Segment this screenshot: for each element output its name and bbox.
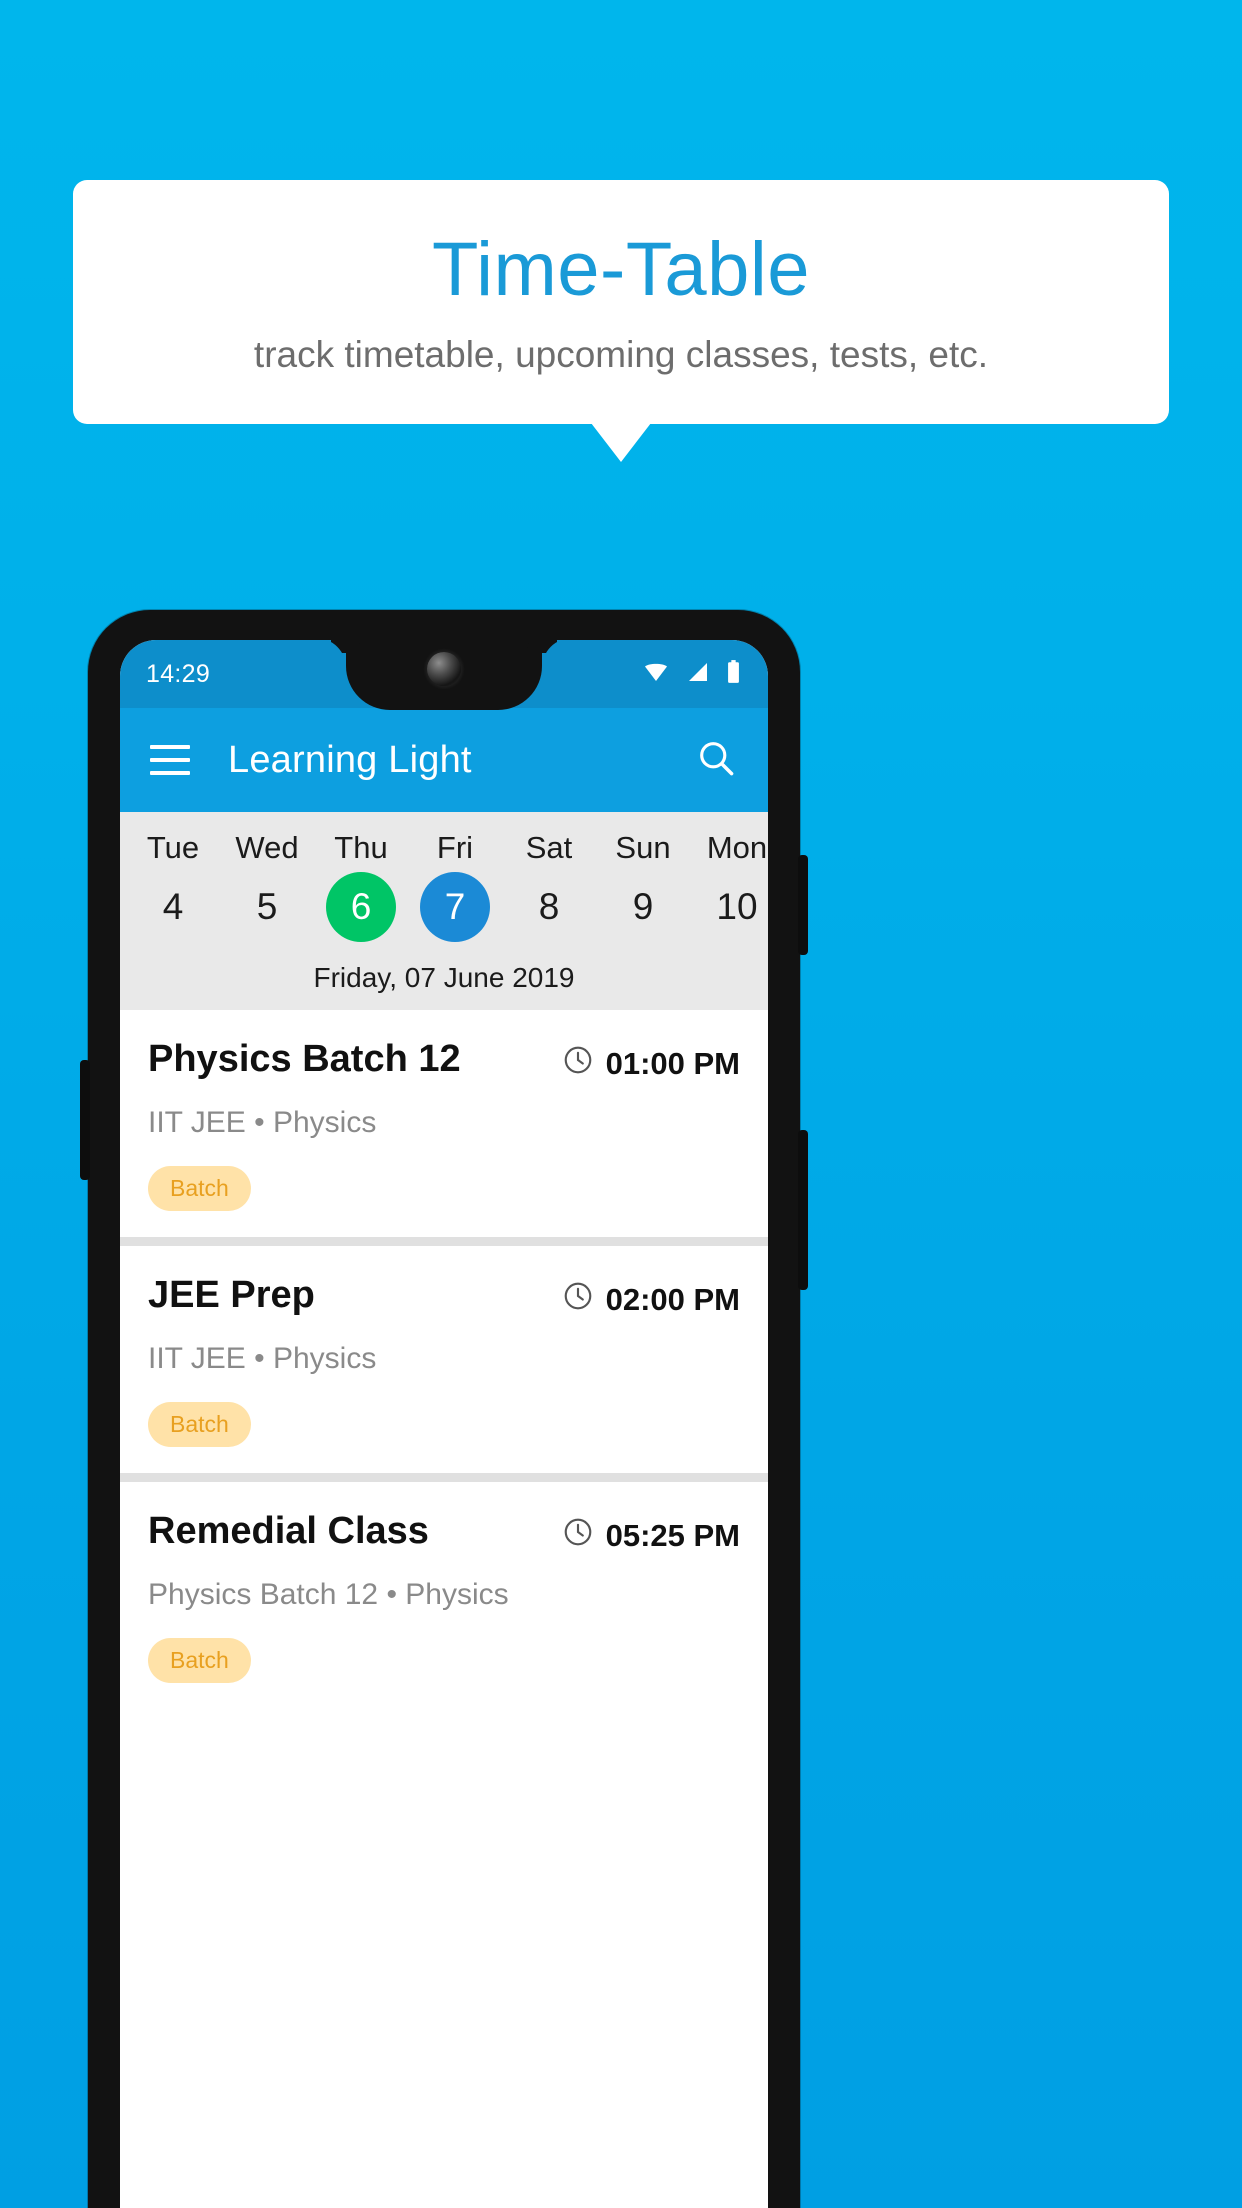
class-type-badge: Batch — [148, 1166, 251, 1211]
promo-bubble-tail — [591, 423, 651, 462]
class-list[interactable]: Physics Batch 12 01:00 PM IIT JEE • Phys… — [120, 1010, 768, 1709]
calendar-day-label: Sat — [525, 830, 573, 865]
class-card[interactable]: Remedial Class 05:25 PM Physics Batch 12… — [120, 1482, 768, 1709]
calendar-strip: Tue Wed Thu Fri Sat Sun Mon 4 5 6 7 8 9 … — [120, 812, 768, 1010]
hamburger-line — [150, 758, 190, 762]
phone-button-right-lower[interactable] — [798, 1130, 808, 1290]
calendar-date-number: 10 — [716, 886, 758, 927]
class-time: 01:00 PM — [562, 1040, 740, 1084]
calendar-date-number-today: 6 — [326, 872, 396, 942]
calendar-date-cell-7[interactable]: 7 — [408, 872, 502, 942]
class-card-header: JEE Prep 02:00 PM — [148, 1274, 740, 1320]
class-subtitle: IIT JEE • Physics — [148, 1106, 377, 1139]
calendar-day-label: Fri — [436, 830, 474, 865]
calendar-date-number: 9 — [632, 886, 654, 927]
calendar-date-cell-8[interactable]: 8 — [502, 872, 596, 942]
calendar-day-cell[interactable]: Mon — [690, 830, 768, 866]
hamburger-line — [150, 771, 190, 775]
calendar-date-number: 4 — [162, 886, 184, 927]
calendar-day-cell[interactable]: Wed — [220, 830, 314, 866]
class-title: Remedial Class — [148, 1510, 429, 1552]
calendar-day-labels: Tue Wed Thu Fri Sat Sun Mon — [120, 830, 768, 866]
calendar-day-cell[interactable]: Sat — [502, 830, 596, 866]
class-subtitle: Physics Batch 12 • Physics — [148, 1578, 509, 1611]
app-title: Learning Light — [228, 738, 472, 781]
clock-icon — [562, 1516, 594, 1556]
phone-screen: 14:29 Learning Light Tue Wed Thu Fri Sat… — [120, 640, 768, 2208]
class-time-text: 01:00 PM — [605, 1046, 740, 1081]
calendar-day-cell[interactable]: Thu — [314, 830, 408, 866]
class-type-badge: Batch — [148, 1402, 251, 1447]
class-title: JEE Prep — [148, 1274, 315, 1316]
hamburger-menu-icon[interactable] — [150, 745, 190, 775]
class-time-text: 02:00 PM — [605, 1282, 740, 1317]
calendar-day-label: Mon — [706, 830, 768, 865]
class-subtitle: IIT JEE • Physics — [148, 1342, 377, 1375]
calendar-date-number-selected: 7 — [420, 872, 490, 942]
phone-notch — [346, 640, 542, 710]
class-type-badge: Batch — [148, 1638, 251, 1683]
promo-subtitle: track timetable, upcoming classes, tests… — [253, 333, 989, 375]
calendar-day-label: Thu — [334, 830, 388, 865]
clock-icon — [562, 1280, 594, 1320]
calendar-day-cell[interactable]: Sun — [596, 830, 690, 866]
calendar-date-cell-6[interactable]: 6 — [314, 872, 408, 942]
calendar-date-cell-9[interactable]: 9 — [596, 872, 690, 942]
status-bar: 14:29 — [120, 640, 768, 710]
calendar-date-number: 5 — [256, 886, 278, 927]
status-bar-clock: 14:29 — [146, 659, 211, 688]
calendar-day-label: Sun — [615, 830, 671, 865]
calendar-date-number: 8 — [538, 886, 560, 927]
class-time: 05:25 PM — [562, 1512, 740, 1556]
calendar-day-label: Wed — [235, 830, 299, 865]
status-bar-icons — [641, 659, 742, 690]
selected-date-label: Friday, 07 June 2019 — [313, 962, 575, 993]
class-time-text: 05:25 PM — [605, 1518, 740, 1553]
calendar-date-cell-5[interactable]: 5 — [220, 872, 314, 942]
calendar-day-cell[interactable]: Fri — [408, 830, 502, 866]
wifi-icon — [641, 660, 671, 689]
calendar-date-numbers: 4 5 6 7 8 9 10 — [120, 872, 768, 942]
app-bar: Learning Light — [120, 708, 768, 812]
promo-bubble: Time-Table track timetable, upcoming cla… — [73, 180, 1169, 424]
class-card-header: Physics Batch 12 01:00 PM — [148, 1038, 740, 1084]
class-card-header: Remedial Class 05:25 PM — [148, 1510, 740, 1556]
calendar-date-cell-10[interactable]: 10 — [690, 872, 768, 942]
class-title: Physics Batch 12 — [148, 1038, 461, 1080]
signal-icon — [685, 660, 711, 689]
clock-icon — [562, 1044, 594, 1084]
search-icon[interactable] — [694, 736, 738, 785]
calendar-day-label: Tue — [146, 830, 200, 865]
front-camera-icon — [427, 652, 461, 686]
class-card[interactable]: Physics Batch 12 01:00 PM IIT JEE • Phys… — [120, 1010, 768, 1237]
promo-title: Time-Table — [431, 226, 811, 312]
battery-icon — [725, 659, 742, 690]
class-card[interactable]: JEE Prep 02:00 PM IIT JEE • Physics Batc… — [120, 1246, 768, 1473]
class-time: 02:00 PM — [562, 1276, 740, 1320]
calendar-date-cell-4[interactable]: 4 — [126, 872, 220, 942]
calendar-day-cell[interactable]: Tue — [126, 830, 220, 866]
phone-frame: 14:29 Learning Light Tue Wed Thu Fri Sat… — [80, 610, 808, 2208]
phone-button-left[interactable] — [80, 1060, 90, 1180]
phone-button-right-upper[interactable] — [798, 855, 808, 955]
hamburger-line — [150, 745, 190, 749]
